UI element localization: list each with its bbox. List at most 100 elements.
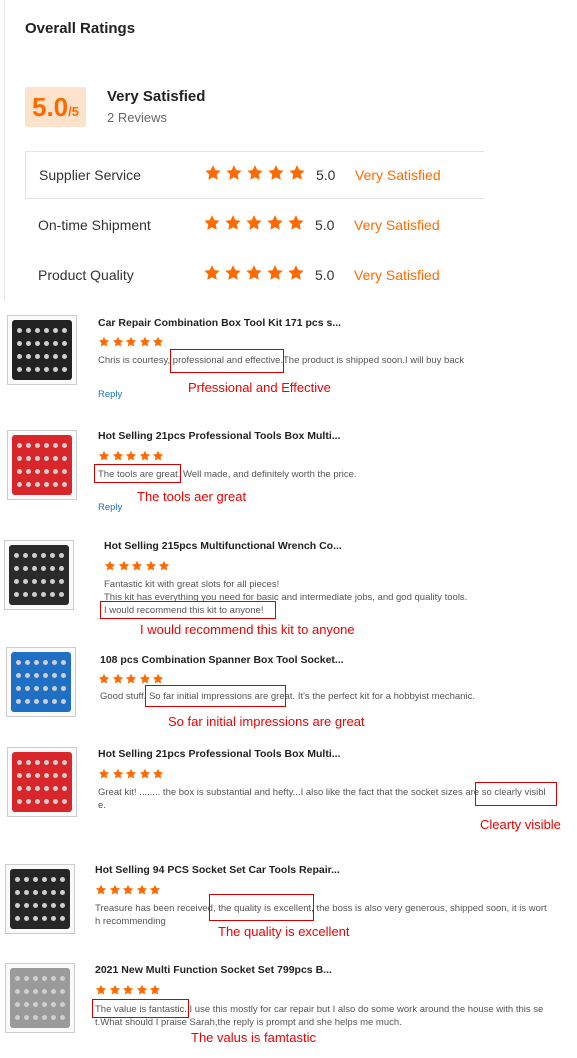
highlight-box [94, 464, 181, 483]
socket-dot [33, 1002, 38, 1007]
review-product-title[interactable]: 2021 New Multi Function Socket Set 799pc… [95, 964, 332, 976]
socket-dot [34, 673, 39, 678]
socket-dot [25, 686, 30, 691]
review-text-line: h recommending [95, 916, 166, 927]
rating-row-on-time-shipment: On-time Shipment 5.0 Very Satisfied [25, 202, 483, 248]
socket-dot [44, 443, 49, 448]
socket-dot [62, 773, 67, 778]
socket-dot [14, 553, 19, 558]
reply-link[interactable]: Reply [98, 502, 122, 513]
product-thumbnail[interactable] [4, 540, 74, 610]
review-item: Hot Selling 94 PCS Socket Set Car Tools … [0, 858, 577, 953]
highlight-annotation: Prfessional and Effective [188, 380, 331, 395]
overall-ratings-title: Overall Ratings [25, 20, 136, 37]
star-icon [122, 884, 134, 895]
socket-dot [35, 482, 40, 487]
socket-dot [24, 1015, 29, 1020]
reply-link[interactable]: Reply [98, 389, 122, 400]
star-icon [225, 265, 241, 280]
socket-dot [17, 341, 22, 346]
highlight-annotation: So far initial impressions are great [168, 714, 365, 729]
socket-dot [41, 579, 46, 584]
socket-dot [44, 760, 49, 765]
star-icon [139, 673, 150, 684]
product-thumbnail[interactable] [5, 864, 75, 934]
socket-dot [62, 341, 67, 346]
star-icon [204, 215, 220, 230]
product-thumbnail[interactable] [7, 747, 77, 817]
star-icon [149, 884, 161, 895]
highlight-box [209, 894, 314, 921]
socket-dot [60, 877, 65, 882]
star-icon [145, 560, 156, 571]
socket-dot [25, 699, 30, 704]
socket-dot [33, 916, 38, 921]
product-thumbnail[interactable] [7, 430, 77, 500]
star-icon [288, 265, 304, 280]
socket-dot [17, 799, 22, 804]
rating-row-score: 5.0 [315, 217, 335, 233]
review-product-title[interactable]: Car Repair Combination Box Tool Kit 171 … [98, 317, 341, 329]
star-icon [122, 984, 134, 995]
socket-dot [62, 367, 67, 372]
review-product-title[interactable]: Hot Selling 94 PCS Socket Set Car Tools … [95, 864, 340, 876]
socket-dot [53, 799, 58, 804]
socket-dot [26, 341, 31, 346]
product-thumbnail[interactable] [7, 315, 77, 385]
product-thumbnail[interactable] [6, 647, 76, 717]
socket-dot [33, 989, 38, 994]
review-stars [98, 450, 166, 462]
socket-dot [25, 673, 30, 678]
rating-row-product-quality: Product Quality 5.0 Very Satisfied [25, 252, 483, 298]
socket-dot [42, 976, 47, 981]
star-icon [289, 165, 305, 180]
star-icon [205, 165, 221, 180]
socket-dot [59, 579, 64, 584]
socket-dot [24, 976, 29, 981]
socket-dot [53, 354, 58, 359]
star-icon [98, 673, 110, 684]
star-icon [98, 768, 110, 779]
socket-dot [17, 456, 22, 461]
socket-dot [17, 443, 22, 448]
socket-dot [33, 976, 38, 981]
socket-dot [35, 799, 40, 804]
socket-dot [32, 579, 37, 584]
star-icon [125, 336, 137, 347]
socket-dot [24, 903, 29, 908]
socket-dot [26, 760, 31, 765]
socket-dot [59, 592, 64, 597]
review-text-line: e. [98, 800, 106, 811]
socket-dot [25, 660, 30, 665]
star-icon [139, 336, 150, 347]
socket-dot [43, 686, 48, 691]
socket-dot [17, 760, 22, 765]
socket-dot [14, 592, 19, 597]
review-product-title[interactable]: Hot Selling 21pcs Professional Tools Box… [98, 430, 341, 442]
socket-dot [35, 443, 40, 448]
socket-dot [53, 341, 58, 346]
review-product-title[interactable]: Hot Selling 21pcs Professional Tools Box… [98, 748, 341, 760]
star-icon [104, 560, 116, 571]
socket-dot [32, 553, 37, 558]
socket-dot [61, 673, 66, 678]
review-product-title[interactable]: Hot Selling 215pcs Multifunctional Wrenc… [104, 540, 342, 552]
socket-dot [59, 566, 64, 571]
rating-row-satisfaction: Very Satisfied [354, 217, 440, 233]
product-thumbnail[interactable] [5, 963, 75, 1033]
rating-row-score: 5.0 [315, 267, 335, 283]
overall-ratings-panel: Overall Ratings 5.0/5 Very Satisfied 2 R… [4, 0, 577, 300]
socket-dot [26, 773, 31, 778]
review-product-title[interactable]: 108 pcs Combination Spanner Box Tool Soc… [100, 654, 344, 666]
socket-dot [16, 673, 21, 678]
socket-dot [53, 443, 58, 448]
star-icon [98, 450, 110, 461]
socket-dot [15, 989, 20, 994]
rating-row-supplier-service: Supplier Service 5.0 Very Satisfied [25, 151, 484, 199]
review-text-line: Treasure has been received, the quality … [95, 903, 547, 914]
star-icon [226, 165, 242, 180]
star-icon [268, 165, 284, 180]
socket-dot [60, 989, 65, 994]
socket-dot [26, 443, 31, 448]
socket-dot [53, 482, 58, 487]
